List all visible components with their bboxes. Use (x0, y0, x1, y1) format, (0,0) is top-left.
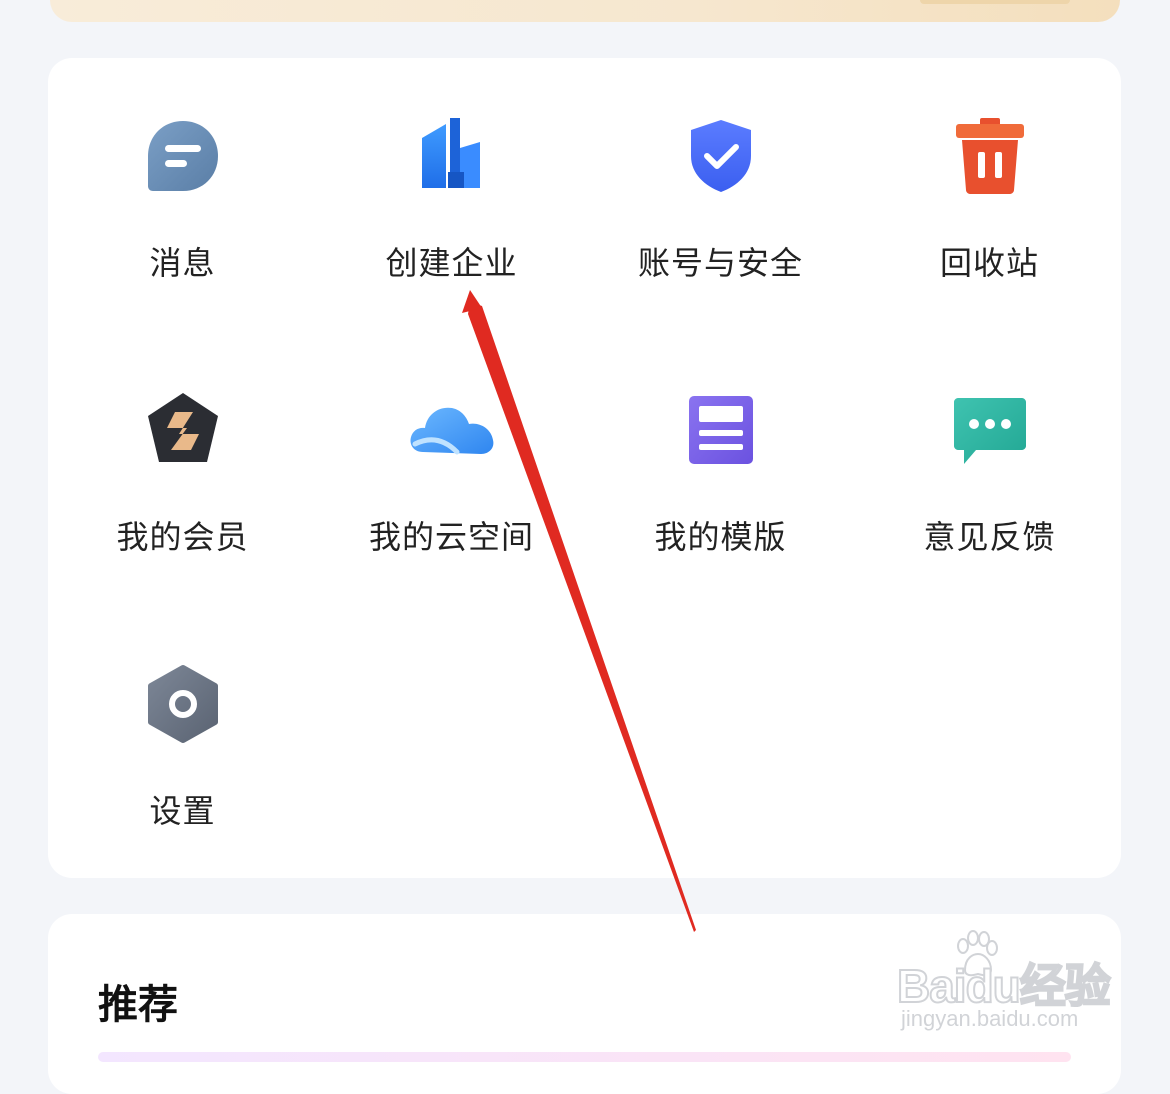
tool-label: 设置 (149, 792, 216, 830)
recommend-banner[interactable] (98, 1052, 1071, 1062)
vip-badge-icon (143, 390, 223, 470)
gear-icon (143, 664, 223, 744)
tool-item-feedback[interactable]: 意见反馈 (855, 332, 1124, 562)
tool-item-account-security[interactable]: 账号与安全 (586, 58, 855, 288)
recommend-card: 推荐 (48, 914, 1121, 1094)
tool-item-create-enterprise[interactable]: 创建企业 (317, 58, 586, 288)
tool-label: 创建企业 (385, 244, 518, 282)
cloud-icon (407, 390, 497, 470)
tool-label: 我的模版 (654, 518, 787, 556)
tool-item-recycle-bin[interactable]: 回收站 (855, 58, 1124, 288)
tool-label: 账号与安全 (637, 244, 803, 282)
trash-icon (950, 116, 1030, 196)
tool-item-messages[interactable]: 消息 (48, 58, 317, 288)
tool-item-cloud-space[interactable]: 我的云空间 (317, 332, 586, 562)
top-banner[interactable] (50, 0, 1120, 22)
feedback-chat-icon (950, 390, 1030, 470)
tool-label: 我的会员 (116, 518, 249, 556)
building-icon (412, 116, 492, 196)
tool-label: 回收站 (939, 244, 1039, 282)
tool-label: 意见反馈 (923, 518, 1056, 556)
tool-label: 我的云空间 (368, 518, 534, 556)
tool-label: 消息 (149, 244, 216, 282)
recommend-title: 推荐 (98, 982, 178, 1028)
tool-item-membership[interactable]: 我的会员 (48, 332, 317, 562)
top-banner-button[interactable] (920, 0, 1070, 4)
tool-item-settings[interactable]: 设置 (48, 606, 317, 836)
tool-item-templates[interactable]: 我的模版 (586, 332, 855, 562)
shield-check-icon (681, 116, 761, 196)
tools-card: 消息 创建企业 账号与安全 回收站 我的会员 我的云空间 我的模版 意见反馈 设… (48, 58, 1121, 878)
message-icon (143, 116, 223, 196)
template-icon (681, 390, 761, 470)
